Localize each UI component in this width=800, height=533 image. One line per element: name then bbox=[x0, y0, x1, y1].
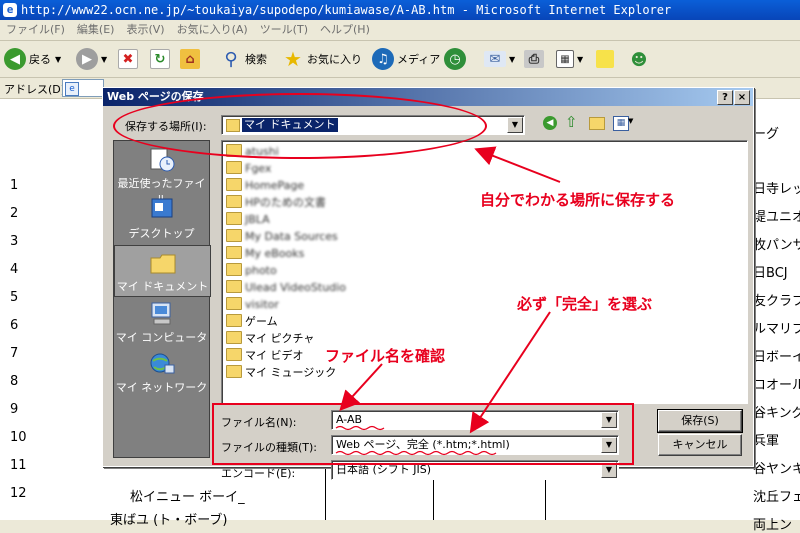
annotation-save-location: 自分でわかる場所に保存する bbox=[480, 191, 676, 209]
annotation-arrows bbox=[335, 146, 561, 456]
annotation-underline bbox=[335, 425, 385, 431]
annotation-confirm-filename: ファイル名を確認 bbox=[325, 347, 446, 365]
annotation-arrow bbox=[339, 363, 383, 411]
annotation-underline bbox=[335, 450, 497, 456]
annotation-arrow bbox=[469, 311, 551, 434]
annotation-choose-complete: 必ず「完全」を選ぶ bbox=[517, 295, 653, 313]
annotation-arrow bbox=[474, 146, 561, 183]
